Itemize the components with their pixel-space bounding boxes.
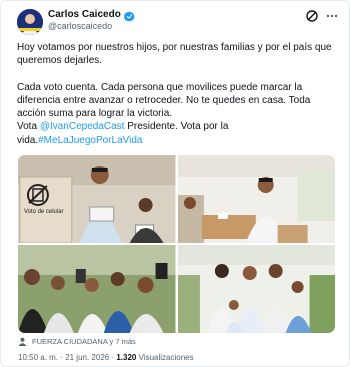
media-photo-3[interactable] [18,245,176,333]
author-handle[interactable]: @carloscaicedo [48,21,135,31]
media-grid: Voto de celular A4 [18,155,335,333]
tweet-meta: 10:50 a. m. · 21 jun. 2026 · 1.320 Visua… [18,353,194,362]
avatar-icon[interactable] [17,9,43,35]
tweet-text: Hoy votamos por nuestros hijos, por nues… [17,41,339,147]
person-icon [18,337,27,346]
media-photo-1[interactable]: Voto de celular A4 [18,155,176,243]
author-block: Carlos Caicedo @carloscaicedo [48,9,135,31]
tweet-date[interactable]: 21 jun. 2026 [65,353,109,362]
verified-badge-icon [123,9,135,22]
tweet-time[interactable]: 10:50 a. m. [18,353,58,362]
hashtag-link[interactable]: #MeLaJuegoPorLaVida [38,135,142,146]
tagged-row[interactable]: FUERZA CIUDADANA y 7 más [18,337,136,346]
media-photo-4[interactable] [177,245,335,333]
tweet-paragraph-2: Cada voto cuenta. Cada persona que movil… [17,81,311,120]
tweet-card: Carlos Caicedo @carloscaicedo Hoy votamo… [0,0,350,367]
views-count: 1.320 [116,353,137,362]
more-icon[interactable] [325,9,339,23]
tweet-header: Carlos Caicedo @carloscaicedo [17,7,339,35]
views-label: Visualizaciones [138,353,194,362]
vote-prefix: Vota [17,121,40,133]
photo-sign-text: Voto de celular [24,209,64,215]
media-photo-2[interactable] [177,155,335,243]
meta-separator-1: · [60,353,63,362]
tweet-paragraph-1: Hoy votamos por nuestros hijos, por nues… [17,42,332,67]
header-actions [305,9,339,23]
tweet-paragraph-3: Vota @IvanCepedaCast Presidente. Vota po… [17,120,339,147]
meta-separator-2: · [111,353,115,362]
grok-icon[interactable] [305,9,319,23]
tagged-label[interactable]: FUERZA CIUDADANA y 7 más [32,337,136,346]
author-display-name[interactable]: Carlos Caicedo [48,9,121,20]
mention-link[interactable]: @IvanCepedaCast [40,121,125,132]
